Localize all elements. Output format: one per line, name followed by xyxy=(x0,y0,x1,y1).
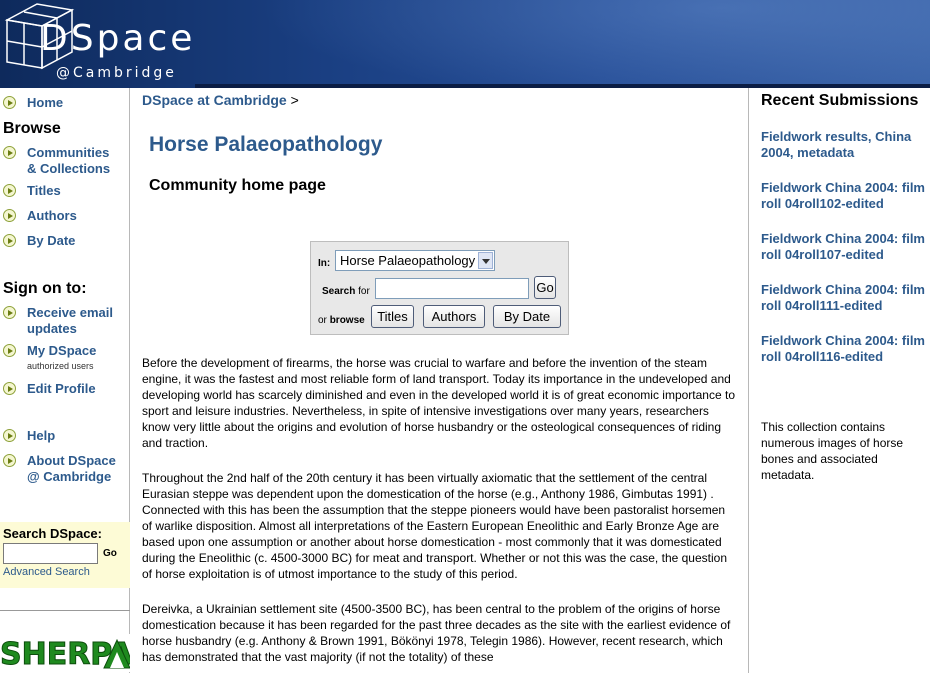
search-for-word: Search xyxy=(322,286,356,297)
nav-communities-link[interactable]: Communities & Collections xyxy=(27,145,122,177)
description-paragraph: Dereivka, a Ukrainian settlement site (4… xyxy=(142,602,731,664)
page-subtitle: Community home page xyxy=(149,177,326,194)
sidebar-search-box: Search DSpace: Go Advanced Search xyxy=(0,522,130,588)
collection-description: This collection contains numerous images… xyxy=(761,420,904,482)
search-go-button[interactable]: Go xyxy=(534,276,556,299)
nav-item-by-date[interactable]: By Date xyxy=(3,233,75,249)
recent-submission-link[interactable]: Fieldwork China 2004: film roll 04roll11… xyxy=(761,333,926,365)
sidebar-search-go-button[interactable]: Go xyxy=(103,548,117,559)
nav-item-help[interactable]: Help xyxy=(3,428,55,444)
browse-authors-button[interactable]: Authors xyxy=(423,305,485,328)
nav-home-link[interactable]: Home xyxy=(27,95,63,111)
sherpa-logo-icon[interactable]: SHERPA xyxy=(0,634,130,672)
scope-select-value: Horse Palaeopathology xyxy=(340,253,476,268)
arrow-bullet-icon xyxy=(3,382,16,395)
search-for-label: Search for xyxy=(322,286,370,297)
chevron-down-icon[interactable] xyxy=(478,252,493,269)
right-sidebar: Recent Submissions Fieldwork results, Ch… xyxy=(748,88,930,673)
arrow-bullet-icon xyxy=(3,454,16,467)
nav-authors-link[interactable]: Authors xyxy=(27,208,77,224)
browse-word: browse xyxy=(329,315,365,326)
arrow-bullet-icon xyxy=(3,429,16,442)
or-browse-label: or browse xyxy=(318,315,365,326)
nav-by-date-link[interactable]: By Date xyxy=(27,233,75,249)
arrow-bullet-icon xyxy=(3,209,16,222)
nav-item-communities[interactable]: Communities & Collections xyxy=(3,145,122,177)
description-paragraph: Throughout the 2nd half of the 20th cent… xyxy=(142,471,727,581)
nav-item-receive-email[interactable]: Receive email updates xyxy=(3,305,127,337)
search-for-suffix: for xyxy=(358,286,370,297)
sidebar-search-label: Search DSpace: xyxy=(3,526,102,541)
nav-item-home[interactable]: Home xyxy=(3,95,63,111)
arrow-bullet-icon xyxy=(3,146,16,159)
nav-item-edit-profile[interactable]: Edit Profile xyxy=(3,381,96,397)
advanced-search-link[interactable]: Advanced Search xyxy=(3,566,127,578)
site-header: DSpace @Cambridge xyxy=(0,0,930,88)
recent-submission-link[interactable]: Fieldwork China 2004: film roll 04roll10… xyxy=(761,180,926,212)
browse-titles-button[interactable]: Titles xyxy=(371,305,414,328)
logo-wordmark[interactable]: DSpace xyxy=(40,18,195,59)
nav-about-link[interactable]: About DSpace @ Cambridge xyxy=(27,453,122,485)
community-description: Before the development of firearms, the … xyxy=(142,355,737,673)
sidebar-search-row: Go xyxy=(3,543,127,564)
sidebar-divider xyxy=(0,610,130,611)
breadcrumb: DSpace at Cambridge > xyxy=(142,92,299,108)
description-paragraph: Before the development of firearms, the … xyxy=(142,356,735,450)
page-title: Horse Palaeopathology xyxy=(149,133,383,156)
my-dspace-note: authorized users xyxy=(27,361,94,371)
header-sweep xyxy=(180,0,930,88)
nav-my-dspace-group: My DSpace authorized users xyxy=(27,343,96,373)
recent-submission-link[interactable]: Fieldwork China 2004: film roll 04roll11… xyxy=(761,282,926,314)
arrow-bullet-icon xyxy=(3,344,16,357)
recent-submission-link[interactable]: Fieldwork results, China 2004, metadata xyxy=(761,129,926,161)
breadcrumb-separator: > xyxy=(290,92,299,108)
breadcrumb-home-link[interactable]: DSpace at Cambridge xyxy=(142,92,287,108)
arrow-bullet-icon xyxy=(3,306,16,319)
arrow-bullet-icon xyxy=(3,184,16,197)
nav-edit-profile-link[interactable]: Edit Profile xyxy=(27,381,96,397)
nav-help-link[interactable]: Help xyxy=(27,428,55,444)
main-content: DSpace at Cambridge > Horse Palaeopathol… xyxy=(131,88,748,673)
nav-titles-link[interactable]: Titles xyxy=(27,183,61,199)
sign-on-heading: Sign on to: xyxy=(3,280,87,297)
nav-item-authors[interactable]: Authors xyxy=(3,208,77,224)
browse-by-date-button[interactable]: By Date xyxy=(493,305,561,328)
nav-item-about[interactable]: About DSpace @ Cambridge xyxy=(3,453,122,485)
recent-submission-link[interactable]: Fieldwork China 2004: film roll 04roll10… xyxy=(761,231,926,263)
nav-my-dspace-link[interactable]: My DSpace xyxy=(27,343,96,358)
or-word: or xyxy=(318,315,327,326)
arrow-bullet-icon xyxy=(3,96,16,109)
browse-heading: Browse xyxy=(3,120,61,137)
left-sidebar: Home Browse Communities & Collections Ti… xyxy=(0,88,130,673)
scope-in-label: In: xyxy=(318,258,331,269)
nav-item-titles[interactable]: Titles xyxy=(3,183,61,199)
logo-subtitle: @Cambridge xyxy=(56,65,177,81)
scope-select[interactable]: Horse Palaeopathology xyxy=(335,250,495,271)
community-search-input[interactable] xyxy=(375,278,529,299)
arrow-bullet-icon xyxy=(3,234,16,247)
sidebar-search-input[interactable] xyxy=(3,543,98,564)
community-search-panel: In: Horse Palaeopathology Search for Go … xyxy=(310,241,569,335)
recent-submissions-heading: Recent Submissions xyxy=(761,92,919,109)
nav-item-my-dspace[interactable]: My DSpace authorized users xyxy=(3,343,96,373)
nav-receive-email-link[interactable]: Receive email updates xyxy=(27,305,127,337)
